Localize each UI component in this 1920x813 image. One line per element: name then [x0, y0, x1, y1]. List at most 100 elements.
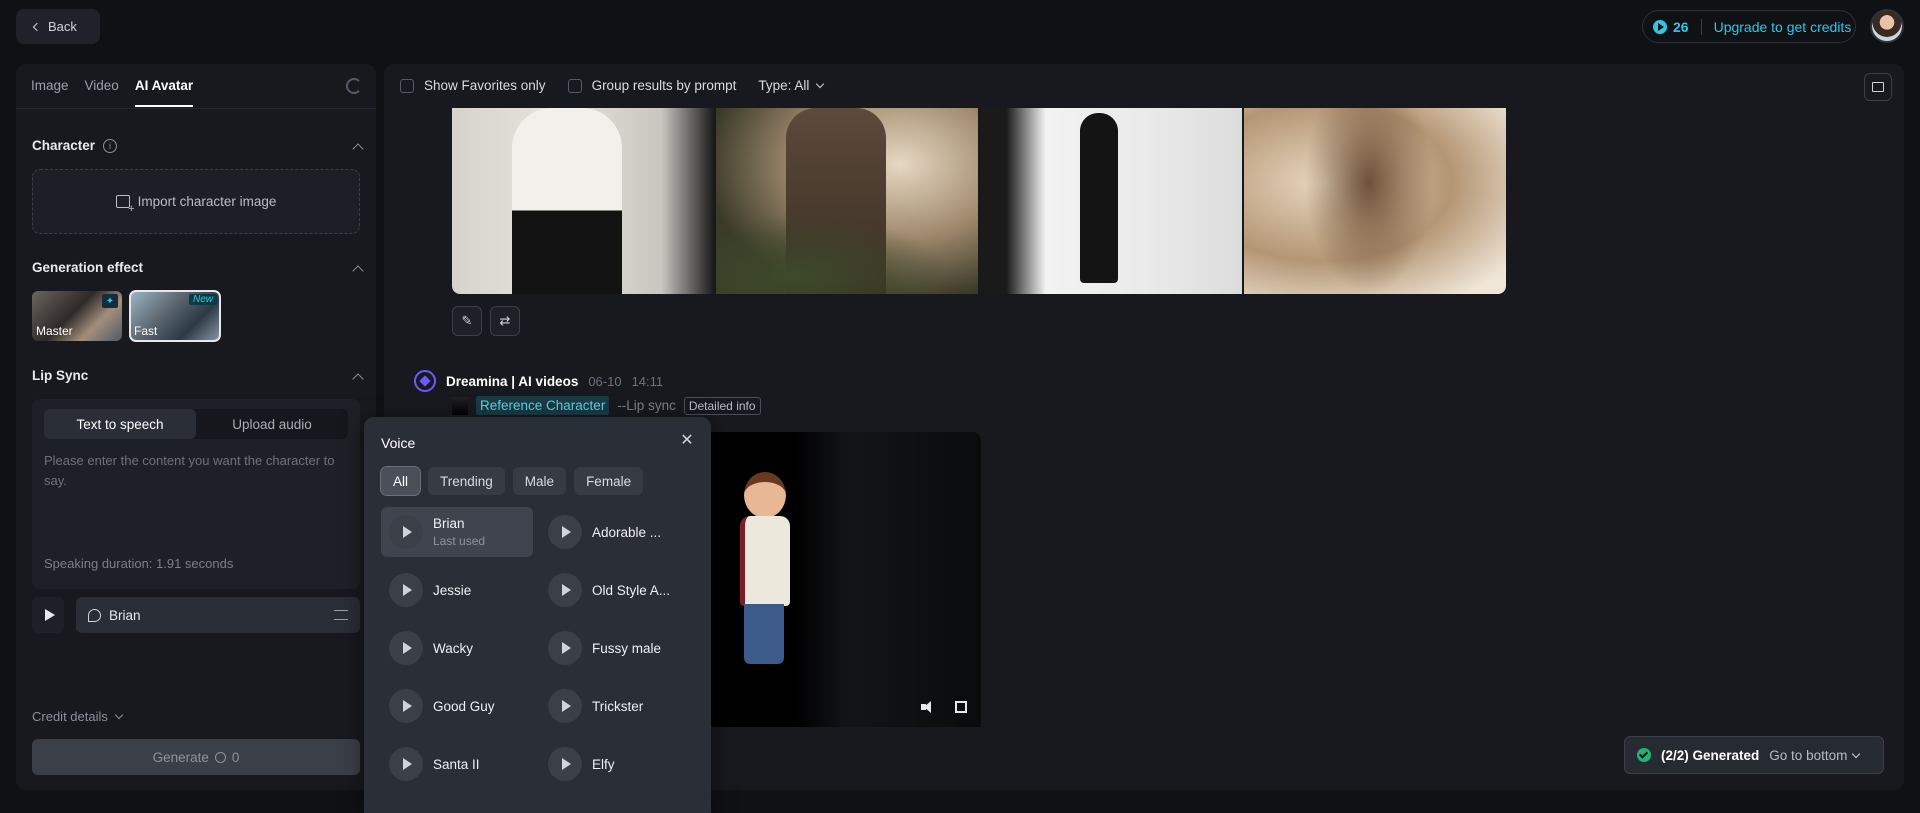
- filter-male[interactable]: Male: [512, 467, 567, 495]
- credit-coin-icon: [1653, 19, 1667, 34]
- go-to-bottom-button[interactable]: Go to bottom: [1769, 747, 1861, 763]
- generated-count: (2/2) Generated: [1661, 747, 1760, 763]
- edit-button[interactable]: ✎: [452, 306, 482, 336]
- play-button[interactable]: [389, 747, 423, 781]
- filter-all[interactable]: All: [379, 466, 422, 496]
- voice-item[interactable]: Wacky: [381, 623, 533, 673]
- play-button[interactable]: [548, 747, 582, 781]
- result-image[interactable]: [452, 108, 714, 294]
- chevron-down-icon: [1852, 749, 1861, 758]
- cartoon-character: [732, 472, 802, 672]
- play-icon: [403, 758, 412, 770]
- image-results-row: [452, 108, 1506, 294]
- voice-item[interactable]: Elfy: [540, 739, 692, 789]
- play-icon: [44, 609, 55, 621]
- lip-sync-title: Lip Sync: [32, 368, 89, 383]
- type-filter-dropdown[interactable]: Type: All: [758, 78, 825, 93]
- generate-button[interactable]: Generate 0: [32, 739, 360, 775]
- voice-item-brian[interactable]: Brian Last used: [381, 507, 533, 557]
- voice-item[interactable]: Santa II: [381, 739, 533, 789]
- regenerate-button[interactable]: ⇄: [490, 306, 520, 336]
- user-avatar[interactable]: [1870, 9, 1904, 43]
- dreamina-logo-icon: [414, 370, 436, 392]
- generation-effect-title: Generation effect: [32, 260, 144, 275]
- result-image[interactable]: [716, 108, 979, 294]
- upload-audio-tab[interactable]: Upload audio: [196, 409, 348, 439]
- detailed-info-button[interactable]: Detailed info: [683, 396, 761, 415]
- folder-icon: [1872, 82, 1884, 92]
- play-icon: [403, 526, 412, 538]
- voice-select[interactable]: Brian: [76, 597, 360, 633]
- fullscreen-icon[interactable]: [955, 701, 967, 713]
- play-button[interactable]: [389, 515, 423, 549]
- voice-name: Brian: [433, 516, 465, 531]
- play-button[interactable]: [548, 689, 582, 723]
- play-button[interactable]: [548, 573, 582, 607]
- close-icon[interactable]: ✕: [680, 433, 694, 449]
- play-icon: [403, 584, 412, 596]
- voice-subtitle: Last used: [433, 534, 486, 548]
- tab-video[interactable]: Video: [85, 78, 119, 107]
- reset-icon[interactable]: [346, 78, 362, 94]
- credit-coin-icon: [214, 751, 226, 763]
- info-icon[interactable]: i: [103, 138, 118, 153]
- play-icon: [403, 642, 412, 654]
- collapse-character-icon[interactable]: [352, 143, 364, 155]
- import-label: Import character image: [137, 194, 277, 209]
- effect-fast-card[interactable]: New Fast: [129, 290, 221, 342]
- mode-tabs: Image Video AI Avatar: [31, 78, 194, 107]
- tab-image[interactable]: Image: [31, 78, 69, 107]
- tab-ai-avatar[interactable]: AI Avatar: [134, 78, 194, 107]
- reference-thumbnail: [452, 396, 468, 415]
- character-section-title: Character i: [32, 138, 118, 153]
- character-title: Character: [32, 138, 96, 153]
- back-button[interactable]: Back: [16, 9, 100, 44]
- voice-item[interactable]: Jessie: [381, 565, 533, 615]
- volume-icon[interactable]: [921, 701, 935, 713]
- play-icon: [562, 642, 571, 654]
- checkbox-box: [400, 78, 414, 93]
- collapse-effect-icon[interactable]: [352, 265, 364, 277]
- effect-master-card[interactable]: ✦ Master: [32, 291, 122, 341]
- voice-item[interactable]: Trickster: [540, 681, 692, 731]
- preview-play-button[interactable]: [32, 597, 64, 633]
- generate-label: Generate: [152, 749, 209, 765]
- effect-label: Fast: [134, 324, 158, 338]
- credits-pill[interactable]: 26 Upgrade to get credits: [1642, 10, 1856, 43]
- filter-trending[interactable]: Trending: [428, 467, 505, 495]
- play-button[interactable]: [389, 573, 423, 607]
- voice-item[interactable]: Fussy male: [540, 623, 692, 673]
- voice-item[interactable]: Old Style A...: [540, 565, 692, 615]
- lip-sync-mode-switch: Text to speech Upload audio: [44, 409, 348, 439]
- speaking-duration: Speaking duration: 1.91 seconds: [44, 556, 234, 571]
- result-image[interactable]: [980, 108, 1242, 294]
- voice-item[interactable]: Adorable ...: [540, 507, 692, 557]
- folder-button[interactable]: [1864, 73, 1892, 101]
- play-button[interactable]: [548, 515, 582, 549]
- pencil-icon: ✎: [461, 313, 473, 328]
- play-button[interactable]: [548, 631, 582, 665]
- voice-item[interactable]: Good Guy: [381, 681, 533, 731]
- result-image[interactable]: [1244, 108, 1506, 294]
- credit-details-toggle[interactable]: Credit details: [32, 709, 124, 724]
- group-results-checkbox[interactable]: Group results by prompt: [567, 78, 736, 93]
- generation-author: Dreamina | AI videos: [446, 373, 579, 389]
- prompt-row: Reference Character --Lip sync Detailed …: [452, 396, 761, 415]
- voice-name: Elfy: [592, 756, 615, 772]
- speech-text-input[interactable]: Please enter the content you want the ch…: [44, 451, 354, 491]
- show-favorites-checkbox[interactable]: Show Favorites only: [400, 78, 546, 93]
- filter-female[interactable]: Female: [574, 467, 644, 495]
- import-character-button[interactable]: Import character image: [32, 169, 360, 234]
- reference-character-chip[interactable]: Reference Character: [476, 396, 610, 415]
- text-to-speech-tab[interactable]: Text to speech: [44, 409, 196, 439]
- new-badge: New: [188, 294, 217, 305]
- settings-sliders-icon[interactable]: [334, 610, 348, 620]
- collapse-lipsync-icon[interactable]: [352, 373, 364, 385]
- voice-name: Jessie: [433, 582, 472, 598]
- go-bottom-label: Go to bottom: [1769, 747, 1848, 763]
- play-icon: [403, 700, 412, 712]
- play-button[interactable]: [389, 689, 423, 723]
- play-button[interactable]: [389, 631, 423, 665]
- upgrade-link[interactable]: Upgrade to get credits: [1714, 19, 1852, 35]
- generate-cost: 0: [231, 749, 240, 765]
